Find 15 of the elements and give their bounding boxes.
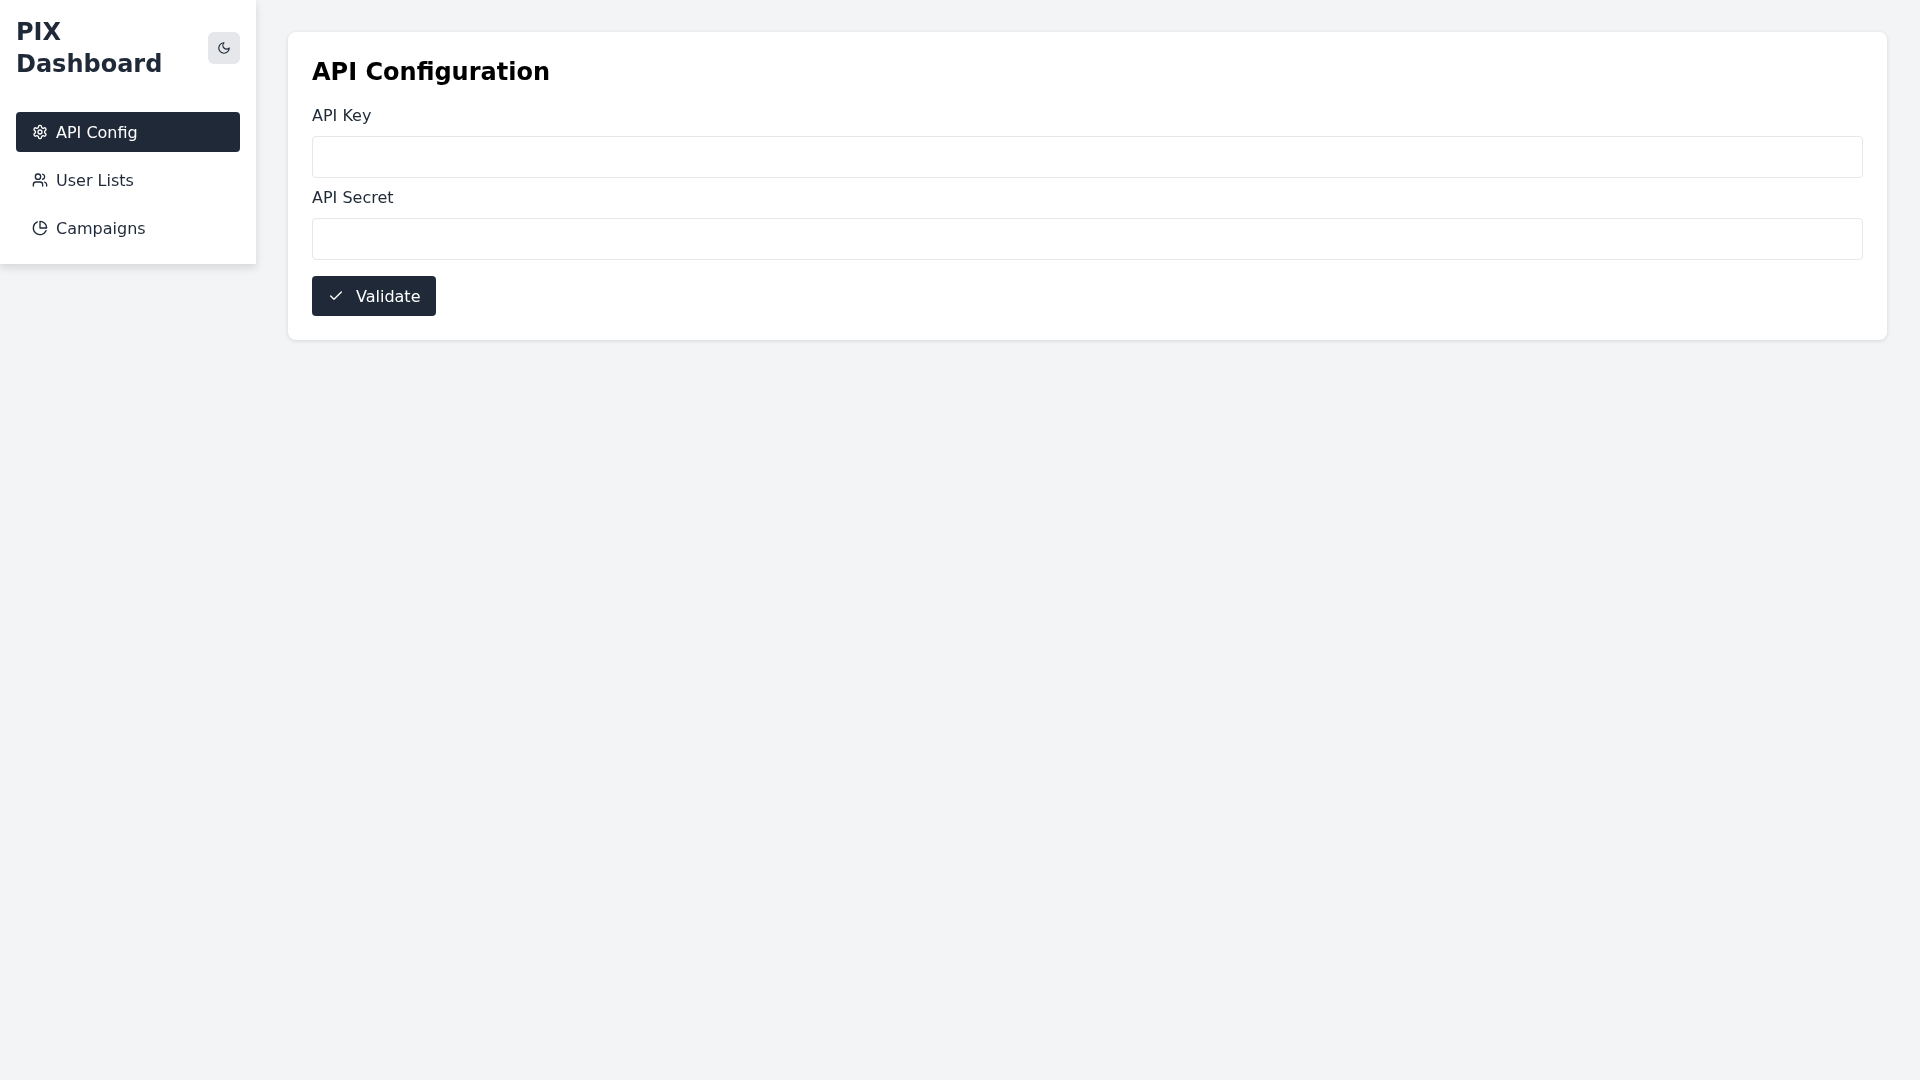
moon-icon — [217, 41, 231, 55]
settings-icon — [32, 124, 48, 140]
nav-item[interactable]: User Lists — [16, 160, 240, 200]
pie-chart-icon — [32, 220, 48, 236]
input-field[interactable] — [312, 218, 1863, 260]
input-field[interactable] — [312, 136, 1863, 178]
nav-item[interactable]: API Config — [16, 112, 240, 152]
card-title: API Configuration — [312, 57, 550, 88]
field-label: API Secret — [312, 187, 394, 209]
users-icon — [32, 172, 48, 188]
app-title: PIX Dashboard — [16, 17, 164, 80]
validate-button[interactable]: Validate — [312, 276, 437, 316]
nav-item[interactable]: Campaigns — [16, 208, 240, 248]
field-label: API Key — [312, 105, 372, 127]
theme-toggle-button[interactable] — [208, 32, 240, 64]
